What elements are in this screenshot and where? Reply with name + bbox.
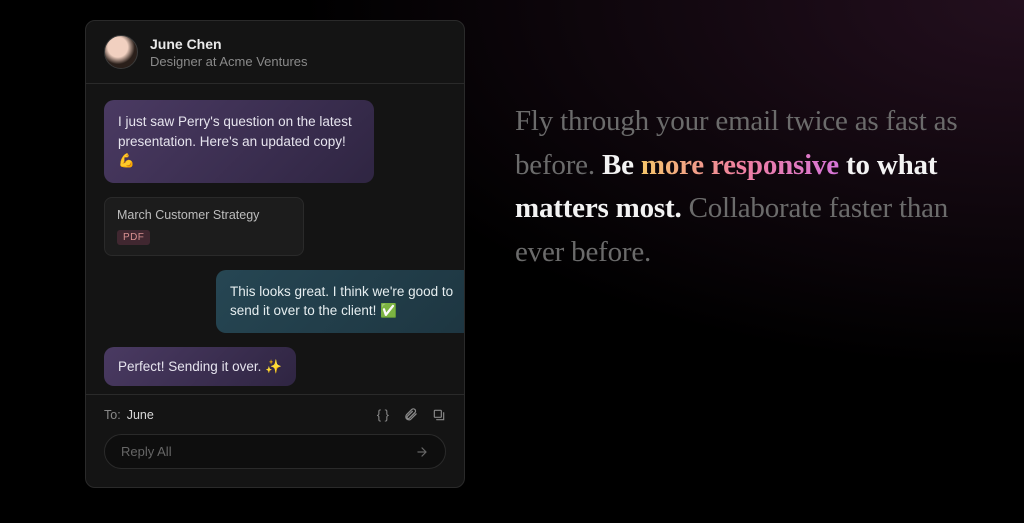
marketing-be: Be [602,149,641,181]
send-icon[interactable] [415,445,429,459]
chat-header: June Chen Designer at Acme Ventures [86,21,464,84]
message-thread: I just saw Perry's question on the lates… [86,84,464,394]
expand-icon[interactable] [432,408,446,422]
message-outgoing: This looks great. I think we're good to … [216,270,465,333]
composer: To: June { } Reply All [86,394,464,487]
to-label: To: [104,408,121,422]
header-text: June Chen Designer at Acme Ventures [150,36,308,69]
contact-subtitle: Designer at Acme Ventures [150,54,308,69]
marketing-copy: Fly through your email twice as fast as … [515,100,995,274]
attachment-card[interactable]: March Customer Strategy PDF [104,197,304,256]
attachment-title: March Customer Strategy [117,208,291,222]
message-incoming: I just saw Perry's question on the lates… [104,100,374,183]
composer-icons: { } [377,407,446,422]
attachment-icon[interactable] [403,407,418,422]
composer-to: To: June [104,408,154,422]
reply-input[interactable]: Reply All [104,434,446,469]
composer-to-row: To: June { } [104,407,446,422]
chat-panel: June Chen Designer at Acme Ventures I ju… [85,20,465,488]
message-incoming: Perfect! Sending it over. ✨ [104,347,296,387]
avatar [104,35,138,69]
marketing-gradient: more responsive [641,149,839,181]
attachment-badge: PDF [117,230,150,245]
contact-name: June Chen [150,36,308,52]
reply-placeholder: Reply All [121,444,172,459]
to-name: June [127,408,154,422]
code-braces-icon[interactable]: { } [377,407,389,422]
